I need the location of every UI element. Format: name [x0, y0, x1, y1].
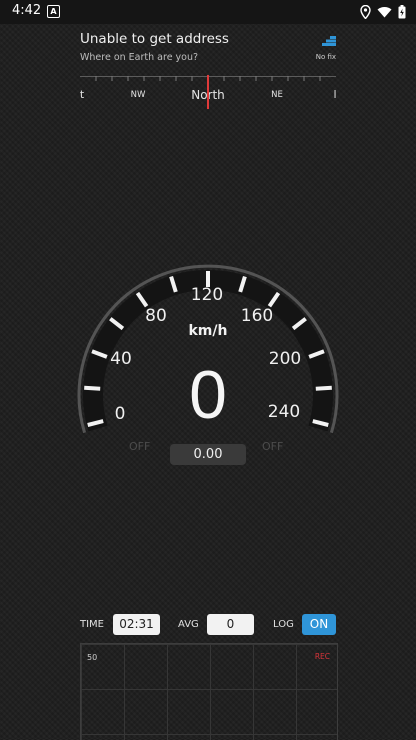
speed-unit: km/h [188, 323, 228, 339]
location-icon [360, 5, 371, 19]
gauge-tick [315, 385, 332, 391]
address-subtitle: Where on Earth are you? [80, 52, 199, 63]
compass-label-east-edge: l [333, 88, 337, 101]
notification-icon: A [47, 5, 60, 18]
compass-label-ne: NE [271, 90, 283, 100]
scale-label-40: 40 [110, 349, 132, 369]
current-speed: 0 [189, 357, 227, 433]
speed-graph[interactable]: 50 REC [80, 643, 338, 740]
battery-icon [398, 5, 406, 19]
rec-indicator: REC [314, 652, 330, 661]
scale-label-120: 120 [190, 285, 224, 305]
graph-max-label: 50 [87, 653, 98, 662]
stats-row: TIME 02:31 AVG 0 LOG ON [80, 614, 336, 636]
odometer[interactable]: 0.00 [170, 444, 246, 465]
gauge-tick [84, 385, 101, 391]
log-toggle-button[interactable]: ON [302, 614, 336, 635]
wifi-icon [377, 6, 392, 18]
time-label: TIME [80, 619, 105, 630]
left-off-indicator: OFF [129, 440, 151, 453]
scale-label-200: 200 [268, 349, 302, 369]
log-label: LOG [273, 619, 294, 630]
compass-label-west-edge: t [79, 88, 85, 101]
scale-label-0: 0 [114, 404, 126, 424]
address-title: Unable to get address [80, 31, 229, 47]
compass-label-nw: NW [130, 90, 146, 100]
avg-value[interactable]: 0 [207, 614, 254, 635]
status-bar: 4:42 A [0, 0, 416, 24]
status-icons [360, 4, 406, 20]
fix-status: No fix [315, 53, 336, 61]
avg-label: AVG [178, 619, 199, 630]
compass-strip[interactable]: t NW North NE l [79, 72, 337, 112]
scale-label-240: 240 [267, 402, 301, 422]
compass-needle [207, 75, 209, 109]
time-value[interactable]: 02:31 [113, 614, 160, 635]
satellite-signal-icon[interactable] [322, 36, 336, 46]
status-time: 4:42 [12, 3, 42, 18]
right-off-indicator: OFF [262, 440, 284, 453]
